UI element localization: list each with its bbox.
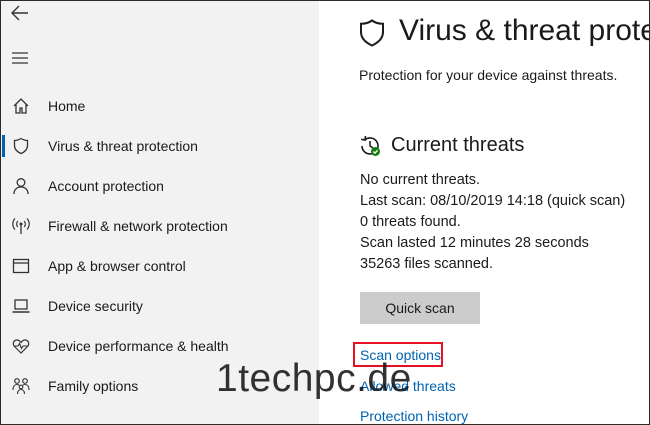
files-scanned-text: 35263 files scanned. [360,256,494,272]
current-threats-heading: Current threats [391,134,525,156]
sidebar-item-label: Home [48,98,86,114]
sidebar-item-label: Firewall & network protection [48,218,228,234]
page-title: Virus & threat protection [399,14,649,47]
sidebar-item-home[interactable]: Home [1,86,319,126]
refresh-checkmark-icon [361,135,380,156]
sidebar-item-label: Family options [48,378,139,394]
browser-window-icon [12,258,30,274]
protection-history-link[interactable]: Protection history [360,408,468,424]
threat-status-text: No current threats. [360,172,481,188]
sidebar-item-app-browser-control[interactable]: App & browser control [1,246,319,286]
scan-duration-text: Scan lasted 12 minutes 28 seconds [360,235,589,251]
sidebar-item-label: App & browser control [48,258,186,274]
back-arrow-icon[interactable] [11,4,29,22]
watermark-text: 1techpc.de [216,357,412,400]
laptop-icon [12,299,30,313]
home-icon [13,98,29,114]
shield-icon [13,137,29,155]
sidebar-item-virus-threat-protection[interactable]: Virus & threat protection [1,126,319,166]
shield-icon [360,19,384,47]
sidebar-item-label: Account protection [48,178,164,194]
page-subtitle: Protection for your device against threa… [359,67,618,83]
sidebar-item-label: Virus & threat protection [48,138,198,154]
heart-pulse-icon [12,339,30,354]
sidebar-item-label: Device security [48,298,143,314]
last-scan-text: Last scan: 08/10/2019 14:18 (quick scan) [360,193,626,209]
person-icon [13,178,29,195]
sidebar-item-firewall-network-protection[interactable]: Firewall & network protection [1,206,319,246]
active-indicator [2,135,5,157]
quick-scan-button[interactable]: Quick scan [360,292,480,324]
wifi-antenna-icon [12,218,30,234]
sidebar-item-label: Device performance & health [48,338,229,354]
hamburger-menu-icon[interactable] [12,52,28,64]
threats-found-text: 0 threats found. [360,214,461,230]
sidebar-item-account-protection[interactable]: Account protection [1,166,319,206]
family-icon [12,378,30,395]
window-frame: Home Virus & threat protection Account p… [0,0,650,425]
sidebar-item-device-security[interactable]: Device security [1,286,319,326]
